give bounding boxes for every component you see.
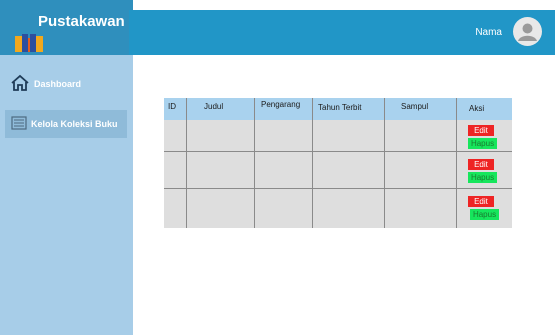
top-bar: Nama (129, 10, 555, 55)
sidebar-item-label: Kelola Koleksi Buku (31, 119, 118, 129)
edit-button[interactable]: Edit (468, 159, 494, 170)
user-name: Nama (475, 27, 502, 38)
avatar[interactable] (513, 17, 542, 46)
grid-line (186, 98, 187, 228)
book-table: ID Judul Pengarang Tahun Terbit Sampul A… (164, 98, 512, 228)
grid-line (456, 98, 457, 228)
edit-button[interactable]: Edit (468, 196, 494, 207)
column-header-pengarang: Pengarang (261, 100, 301, 109)
sidebar-item-dashboard[interactable]: Dashboard (0, 70, 133, 98)
column-header-id: ID (168, 102, 176, 111)
column-header-aksi: Aksi (469, 104, 485, 113)
column-header-tahun-terbit: Tahun Terbit (318, 103, 362, 112)
edit-button[interactable]: Edit (468, 125, 494, 136)
delete-button[interactable]: Hapus (470, 209, 499, 220)
column-header-judul: Judul (204, 102, 224, 111)
grid-line (164, 188, 512, 189)
sidebar-item-kelola-koleksi[interactable]: Kelola Koleksi Buku (5, 110, 127, 138)
sidebar: Pustakawan Dashboard Kelola Koleksi Buku (0, 0, 133, 335)
grid-line (254, 98, 255, 228)
home-icon (10, 74, 30, 94)
delete-button[interactable]: Hapus (468, 138, 497, 149)
book-list-icon (11, 116, 27, 132)
brand: Pustakawan (0, 0, 133, 55)
sidebar-item-label: Dashboard (34, 79, 82, 89)
delete-button[interactable]: Hapus (468, 172, 497, 183)
app-title: Pustakawan (38, 13, 125, 30)
user-avatar-icon (518, 23, 537, 41)
column-header-sampul: Sampul (401, 102, 429, 111)
book-logo-icon (15, 34, 43, 52)
grid-line (384, 98, 385, 228)
grid-line (312, 98, 313, 228)
grid-line (164, 151, 512, 152)
table-header: ID Judul Pengarang Tahun Terbit Sampul A… (164, 98, 512, 120)
